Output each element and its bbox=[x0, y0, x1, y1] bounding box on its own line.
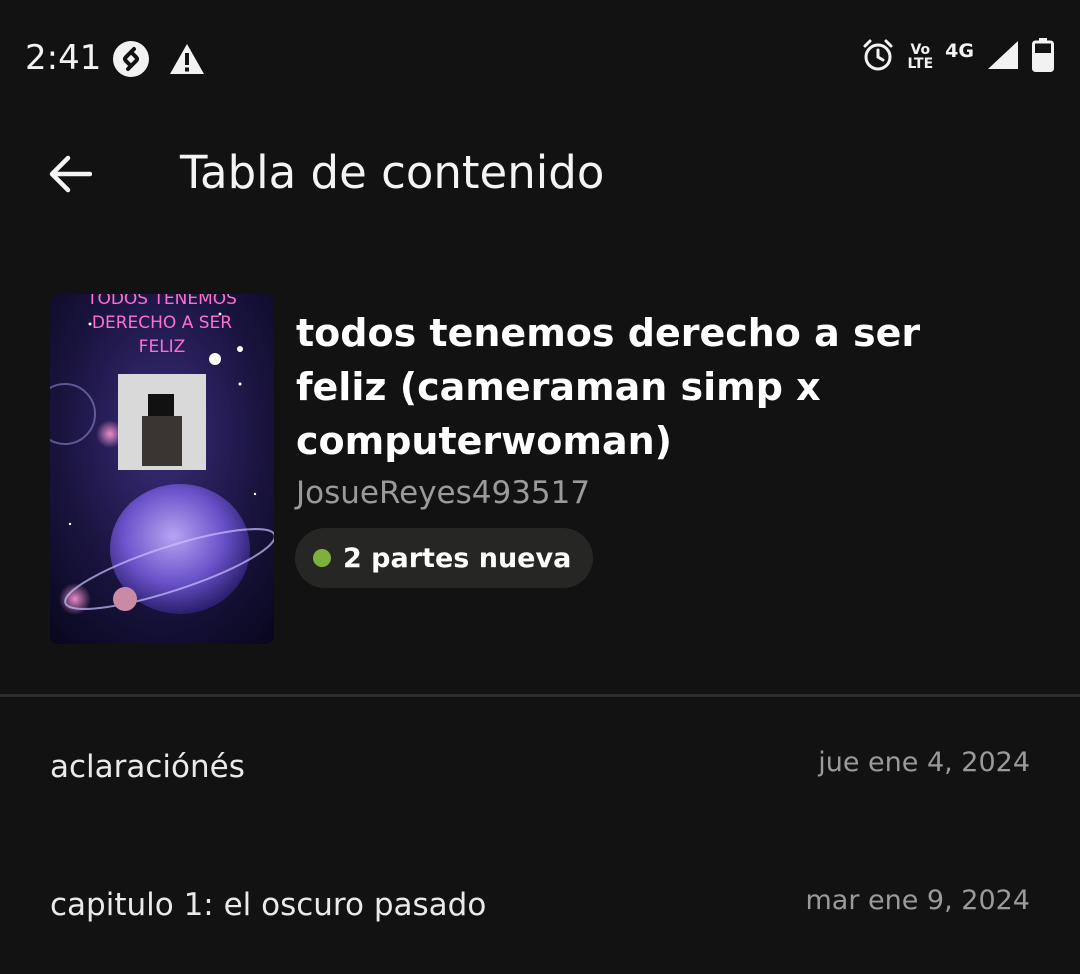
page-title: Tabla de contenido bbox=[180, 146, 605, 199]
battery-icon bbox=[1032, 38, 1054, 76]
status-time: 2:41 bbox=[25, 38, 102, 78]
volte-icon: Vo LTE bbox=[907, 43, 933, 71]
app-screen: 2:41 Vo LTE 4G Tabla de contenido TODOS … bbox=[0, 0, 1080, 974]
new-indicator-dot bbox=[313, 549, 331, 567]
new-parts-badge: 2 partes nueva bbox=[295, 528, 594, 588]
new-parts-label: 2 partes nueva bbox=[343, 542, 572, 574]
list-item[interactable]: aclaraciónés jue ene 4, 2024 bbox=[0, 697, 1080, 835]
status-bar: 2:41 Vo LTE 4G bbox=[0, 0, 1080, 120]
part-date: jue ene 4, 2024 bbox=[818, 747, 1030, 778]
cover-text-line-2: DERECHO A SER bbox=[92, 313, 232, 333]
warning-icon bbox=[168, 42, 206, 80]
part-title: aclaraciónés bbox=[50, 749, 245, 785]
story-title: todos tenemos derecho a ser feliz (camer… bbox=[296, 311, 921, 463]
signal-icon bbox=[986, 39, 1020, 75]
alarm-icon bbox=[861, 38, 895, 76]
back-button[interactable] bbox=[40, 150, 100, 202]
status-right-icons: Vo LTE 4G bbox=[861, 38, 1054, 76]
network-4g-icon: 4G bbox=[945, 40, 974, 62]
story-author[interactable]: JosueReyes493517 bbox=[296, 475, 590, 511]
status-left-icons bbox=[112, 40, 206, 82]
part-title: capitulo 1: el oscuro pasado bbox=[50, 887, 487, 923]
parts-list: aclaraciónés jue ene 4, 2024 capitulo 1… bbox=[0, 697, 1080, 973]
toolbar: Tabla de contenido bbox=[0, 120, 1080, 232]
cover-text-line-1: TODOS TENEMOS bbox=[86, 294, 237, 309]
story-cover[interactable]: TODOS TENEMOS DERECHO A SER FELIZ bbox=[50, 294, 274, 644]
volte-top-label: Vo bbox=[910, 42, 931, 58]
story-header: TODOS TENEMOS DERECHO A SER FELIZ todos … bbox=[0, 270, 1080, 690]
arrow-left-icon bbox=[48, 154, 93, 198]
volte-bottom-label: LTE bbox=[907, 56, 934, 72]
part-date: mar ene 9, 2024 bbox=[805, 885, 1030, 916]
shazam-icon bbox=[112, 40, 150, 82]
list-item[interactable]: capitulo 1: el oscuro pasado mar ene 9, … bbox=[0, 835, 1080, 973]
cover-text-line-3: FELIZ bbox=[139, 337, 186, 357]
